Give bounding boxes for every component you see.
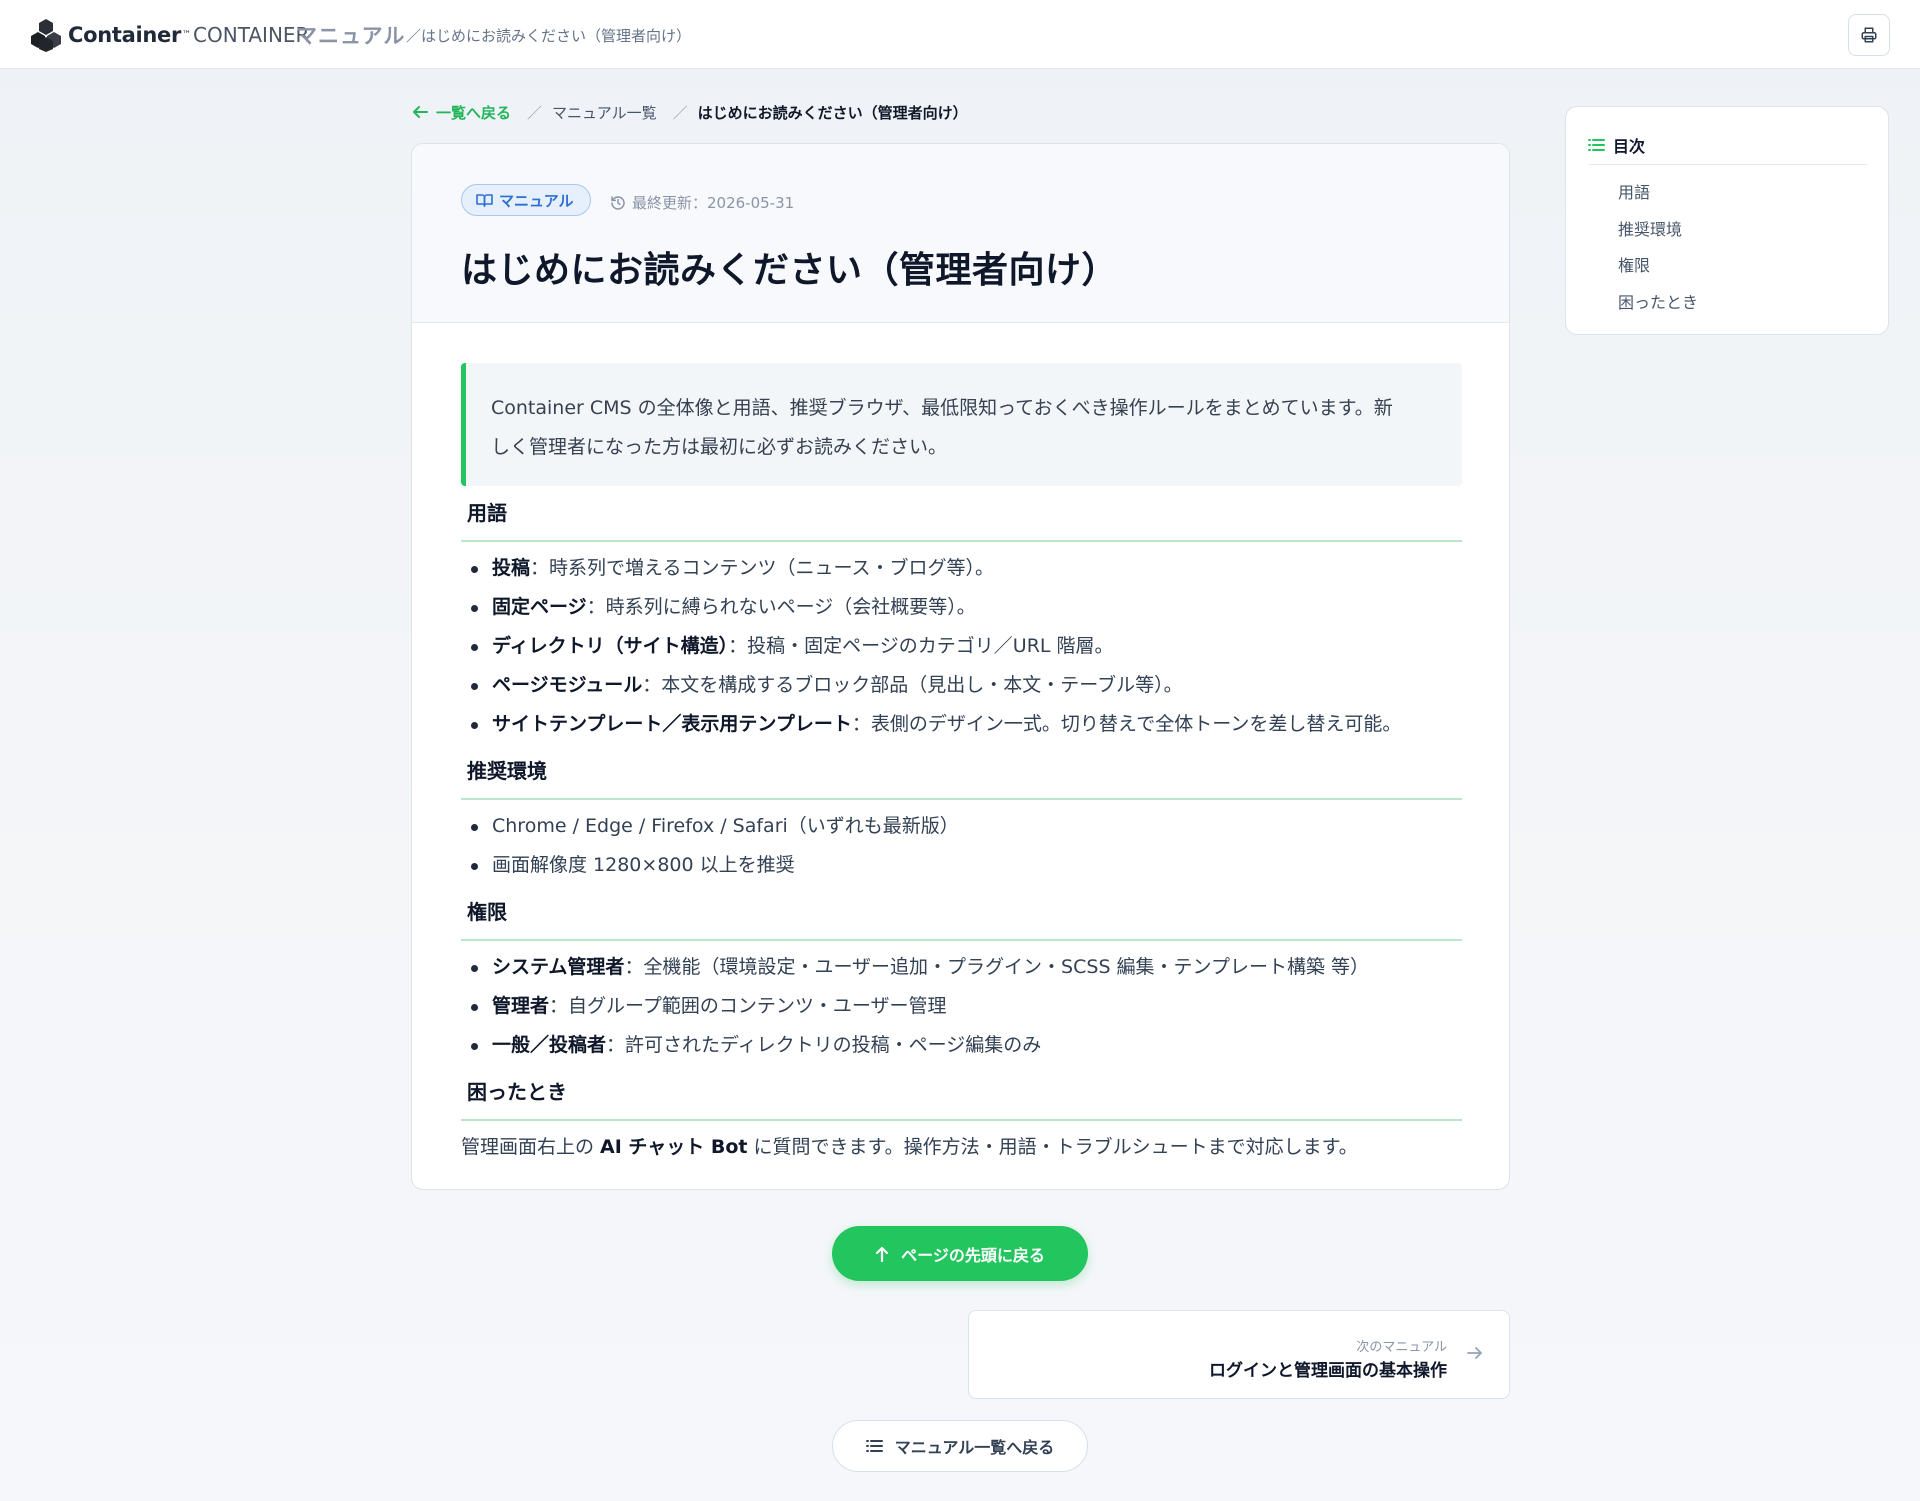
list-icon <box>865 1440 883 1452</box>
help-paragraph: 管理画面右上の AI チャット Bot に質問できます。操作方法・用語・トラブル… <box>461 1128 1462 1167</box>
printer-icon <box>1861 27 1877 43</box>
back-to-manual-list-button[interactable]: マニュアル一覧へ戻る <box>832 1420 1088 1472</box>
section-heading-terms: 用語 <box>461 486 1462 542</box>
category-badge-label: マニュアル <box>499 191 574 210</box>
term-desc: ：時系列に縛られないページ（会社概要等）。 <box>586 596 976 618</box>
list-item: 固定ページ：時系列に縛られないページ（会社概要等）。 <box>471 588 1462 627</box>
breadcrumb: 一覧へ戻る ／ マニュアル一覧 ／ はじめにお読みください（管理者向け） <box>412 100 968 124</box>
arrow-left-icon <box>413 106 428 118</box>
section-heading-permissions: 権限 <box>461 885 1462 941</box>
next-manual-title: ログインと管理画面の基本操作 <box>1209 1361 1447 1381</box>
term-label: ページモジュール <box>492 674 643 696</box>
list-item: Chrome / Edge / Firefox / Safari（いずれも最新版… <box>471 807 1462 846</box>
list-item: ページモジュール：本文を構成するブロック部品（見出し・本文・テーブル等）。 <box>471 666 1462 705</box>
list-item: 投稿：時系列で増えるコンテンツ（ニュース・ブログ等）。 <box>471 549 1462 588</box>
breadcrumb-manual-list[interactable]: マニュアル一覧 <box>552 102 657 123</box>
back-to-list-link[interactable]: 一覧へ戻る <box>412 102 511 123</box>
back-link-label: 一覧へ戻る <box>436 103 512 122</box>
history-icon <box>611 195 625 210</box>
term-desc: ：本文を構成するブロック部品（見出し・本文・テーブル等）。 <box>642 674 1183 696</box>
terms-list: 投稿：時系列で増えるコンテンツ（ニュース・ブログ等）。 固定ページ：時系列に縛ら… <box>461 549 1462 744</box>
toc-item-permissions[interactable]: 権限 <box>1618 248 1698 285</box>
print-button[interactable] <box>1848 14 1890 56</box>
term-label: 一般／投稿者 <box>492 1034 607 1056</box>
next-manual-card[interactable]: 次のマニュアル ログインと管理画面の基本操作 <box>968 1310 1510 1399</box>
brand-logo-link[interactable]: Container ™ CONTAINER <box>29 18 309 52</box>
help-text: 管理画面右上の <box>461 1136 601 1158</box>
article-header: マニュアル 最終更新：2026-05-31 はじめにお読みください（管理者向け） <box>412 144 1509 323</box>
term-label: ディレクトリ（サイト構造） <box>492 635 729 657</box>
term-label: 投稿 <box>492 557 531 579</box>
permissions-list: システム管理者：全機能（環境設定・ユーザー追加・プラグイン・SCSS 編集・テン… <box>461 948 1462 1065</box>
book-icon <box>476 194 493 207</box>
term-desc: ：全機能（環境設定・ユーザー追加・プラグイン・SCSS 編集・テンプレート構築 … <box>624 956 1370 978</box>
toc-header: 目次 <box>1588 125 1868 165</box>
page-title: はじめにお読みください（管理者向け） <box>461 250 1119 291</box>
last-updated: 最終更新：2026-05-31 <box>610 192 794 213</box>
toc-item-terms[interactable]: 用語 <box>1618 175 1698 212</box>
intro-line: しく管理者になった方は最初に必ずお読みください。 <box>491 436 948 458</box>
toc-item-help[interactable]: 困ったとき <box>1618 285 1698 322</box>
category-badge: マニュアル <box>461 184 591 216</box>
term-desc: ：自グループ範囲のコンテンツ・ユーザー管理 <box>549 995 947 1017</box>
last-updated-text: 最終更新：2026-05-31 <box>632 194 795 212</box>
arrow-up-icon <box>876 1246 889 1262</box>
table-of-contents: 目次 用語 推奨環境 権限 困ったとき <box>1565 106 1889 335</box>
term-desc: ：投稿・固定ページのカテゴリ／URL 階層。 <box>728 635 1114 657</box>
environment-list: Chrome / Edge / Firefox / Safari（いずれも最新版… <box>461 807 1462 885</box>
cube-logo-icon <box>31 19 61 52</box>
top-bar: Container ™ CONTAINER マニュアル ／はじめにお読みください… <box>0 0 1920 69</box>
list-item: 管理者：自グループ範囲のコンテンツ・ユーザー管理 <box>471 987 1462 1026</box>
list-item: システム管理者：全機能（環境設定・ユーザー追加・プラグイン・SCSS 編集・テン… <box>471 948 1462 987</box>
article-body: Container CMS の全体像と用語、推奨ブラウザ、最低限知っておくべき操… <box>461 363 1462 1167</box>
list-item: サイトテンプレート／表示用テンプレート：表側のデザイン一式。切り替えで全体トーン… <box>471 705 1462 744</box>
term-label: システム管理者 <box>492 956 625 978</box>
list-icon <box>1588 138 1605 151</box>
term-label: 管理者 <box>492 995 550 1017</box>
help-text: に質問できます。操作方法・用語・トラブルシュートまで対応します。 <box>747 1136 1358 1158</box>
brand-trademark: ™ <box>182 30 192 40</box>
breadcrumb-separator: ／ <box>672 103 688 122</box>
list-item: 画面解像度 1280×800 以上を推奨 <box>471 846 1462 885</box>
term-label: サイトテンプレート／表示用テンプレート <box>492 713 852 735</box>
section-heading-environment: 推奨環境 <box>461 744 1462 800</box>
toc-title: 目次 <box>1613 136 1646 156</box>
help-text-bold: AI チャット Bot <box>600 1136 748 1158</box>
back-to-top-button[interactable]: ページの先頭に戻る <box>832 1226 1088 1281</box>
list-item: ディレクトリ（サイト構造）：投稿・固定ページのカテゴリ／URL 階層。 <box>471 627 1462 666</box>
article-card: マニュアル 最終更新：2026-05-31 はじめにお読みください（管理者向け）… <box>411 143 1510 1190</box>
term-desc: ：表側のデザイン一式。切り替えで全体トーンを差し替え可能。 <box>851 713 1402 735</box>
back-to-top-label: ページの先頭に戻る <box>901 1245 1045 1265</box>
next-manual-label: 次のマニュアル <box>1356 1340 1447 1355</box>
toc-list: 用語 推奨環境 権限 困ったとき <box>1618 175 1698 321</box>
brand-name: Container <box>68 23 182 47</box>
arrow-right-icon <box>1467 1347 1482 1359</box>
intro-line: Container CMS の全体像と用語、推奨ブラウザ、最低限知っておくべき操… <box>491 397 1393 419</box>
list-item: 一般／投稿者：許可されたディレクトリの投稿・ページ編集のみ <box>471 1026 1462 1065</box>
brand-subtitle: CONTAINER <box>193 23 310 47</box>
toc-item-environment[interactable]: 推奨環境 <box>1618 212 1698 249</box>
breadcrumb-separator: ／ <box>527 103 543 122</box>
term-label: 固定ページ <box>492 596 587 618</box>
breadcrumb-current: はじめにお読みください（管理者向け） <box>697 103 968 122</box>
header-breadcrumb: ／はじめにお読みください（管理者向け） <box>406 27 692 45</box>
back-to-manual-list-label: マニュアル一覧へ戻る <box>894 1438 1055 1457</box>
header-section-title[interactable]: マニュアル <box>296 20 405 50</box>
intro-callout: Container CMS の全体像と用語、推奨ブラウザ、最低限知っておくべき操… <box>461 363 1462 486</box>
term-desc: ：時系列で増えるコンテンツ（ニュース・ブログ等）。 <box>530 557 994 579</box>
term-desc: ：許可されたディレクトリの投稿・ページ編集のみ <box>606 1034 1042 1056</box>
section-heading-help: 困ったとき <box>461 1065 1462 1121</box>
